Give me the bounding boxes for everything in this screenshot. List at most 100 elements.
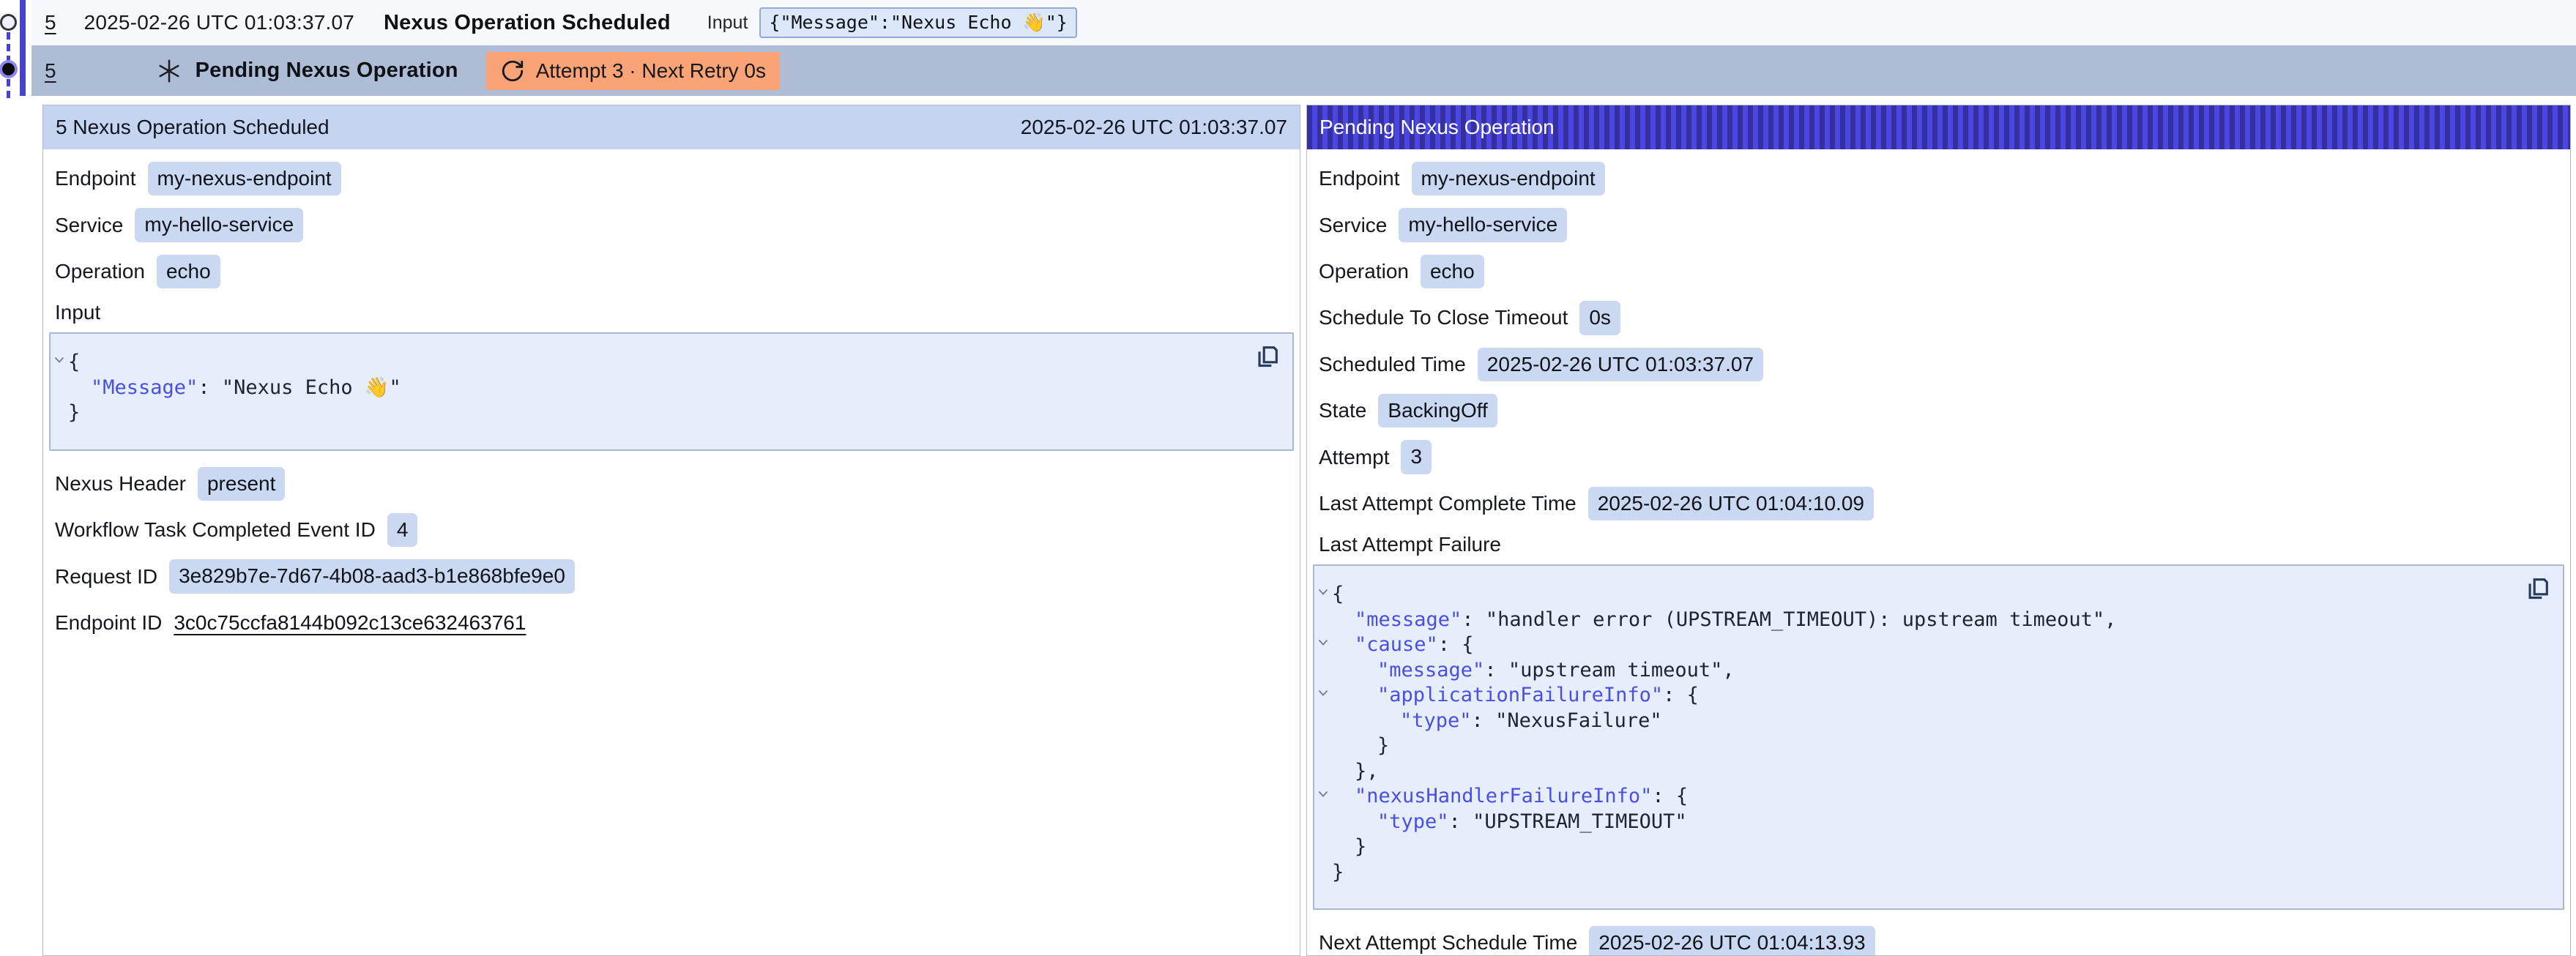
event-detail-body: Endpointmy-nexus-endpoint Servicemy-hello… <box>43 149 1300 955</box>
field-label: Schedule To Close Timeout <box>1319 306 1568 329</box>
field-label: Attempt <box>1319 446 1389 469</box>
json-line: }, <box>1314 759 2522 785</box>
json-key: "applicationFailureInfo" <box>1377 684 1663 706</box>
chevron-down-icon[interactable] <box>1317 638 1329 646</box>
field-value-badge: my-nexus-endpoint <box>1412 162 1605 195</box>
event-detail-title: 5 Nexus Operation Scheduled <box>56 116 330 139</box>
json-key: "type" <box>1400 709 1472 732</box>
json-line: { <box>1314 582 2522 608</box>
event-input-chip[interactable]: {"Message":"Nexus Echo 👋"} <box>759 7 1076 38</box>
json-text: "NexusFailure" <box>1495 709 1662 732</box>
json-line: "cause": { <box>1314 632 2522 658</box>
field-label: State <box>1319 399 1366 422</box>
json-text: } <box>1355 835 1366 858</box>
event-row-scheduled[interactable]: 5 2025-02-26 UTC 01:03:37.07 Nexus Opera… <box>31 0 2576 45</box>
json-line: { <box>51 350 1251 376</box>
field-value-badge: 2025-02-26 UTC 01:04:10.09 <box>1588 487 1874 520</box>
copy-button[interactable] <box>1253 343 1282 372</box>
json-text: "upstream timeout", <box>1508 659 1735 681</box>
json-text: : { <box>1438 633 1474 656</box>
pending-title: Pending Nexus Operation <box>196 59 458 83</box>
chevron-down-icon[interactable] <box>1317 588 1329 596</box>
timeline-open-circle-icon <box>0 14 17 31</box>
field-state: State BackingOff <box>1319 394 2558 427</box>
event-detail-timestamp: 2025-02-26 UTC 01:03:37.07 <box>1021 116 1287 139</box>
json-text: "Nexus Echo 👋" <box>222 376 401 399</box>
json-key: "message" <box>1355 608 1462 631</box>
input-label: Input <box>707 12 748 34</box>
field-label: Service <box>1319 214 1387 237</box>
field-service: Service my-hello-service <box>1319 208 2558 242</box>
field-endpoint-id: Endpoint ID 3c0c75ccfa8144b092c13ce632463… <box>55 606 1288 640</box>
chevron-down-icon[interactable] <box>53 356 65 364</box>
json-text: { <box>1332 583 1344 605</box>
json-line: "type": "UPSTREAM_TIMEOUT" <box>1314 810 2522 835</box>
field-nexus-header: Nexus Headerpresent <box>55 467 1288 501</box>
field-label: Endpoint ID <box>55 611 162 635</box>
field-workflow-task-completed-event-id: Workflow Task Completed Event ID 4 <box>55 513 1288 547</box>
field-value-badge: 2025-02-26 UTC 01:04:13.93 <box>1589 926 1875 956</box>
field-value-link[interactable]: 3c0c75ccfa8144b092c13ce632463761 <box>174 611 526 635</box>
json-line: } <box>1314 733 2522 759</box>
field-value-badge: echo <box>1421 255 1484 288</box>
event-title: Nexus Operation Scheduled <box>384 11 671 35</box>
json-text: } <box>1377 734 1389 757</box>
json-text: : <box>1449 810 1473 833</box>
pending-operation-row[interactable]: 5 Pending Nexus Operation Attempt 3 · Ne… <box>31 45 2576 96</box>
json-text: : <box>1462 608 1486 631</box>
field-label: Endpoint <box>55 167 136 190</box>
json-line: } <box>1314 860 2522 886</box>
json-text: : <box>1472 709 1496 732</box>
field-operation: Operationecho <box>1319 255 2558 288</box>
field-value-badge: 4 <box>387 513 418 547</box>
copy-icon <box>2525 575 2551 602</box>
pending-operation-header: Pending Nexus Operation <box>1307 105 2570 149</box>
json-line: "nexusHandlerFailureInfo": { <box>1314 784 2522 810</box>
field-value-badge: 0s <box>1579 301 1620 335</box>
field-value-badge: my-hello-service <box>1399 208 1567 242</box>
input-json-block: {"Message": "Nexus Echo 👋"} <box>49 332 1294 451</box>
field-scheduled-time: Scheduled Time2025-02-26 UTC 01:03:37.07 <box>1319 348 2558 381</box>
event-id-link[interactable]: 5 <box>45 11 56 34</box>
field-attempt: Attempt3 <box>1319 440 2558 474</box>
timeline-active-dot-icon <box>2 63 15 75</box>
field-value-badge: BackingOff <box>1378 394 1497 427</box>
field-label: Next Attempt Schedule Time <box>1319 931 1577 955</box>
json-line: "type": "NexusFailure" <box>1314 709 2522 734</box>
field-service: Servicemy-hello-service <box>55 208 1288 242</box>
field-label: Service <box>55 214 123 237</box>
json-text: { <box>68 351 80 373</box>
field-schedule-to-close-timeout: Schedule To Close Timeout 0s <box>1319 301 2558 335</box>
field-label: Operation <box>55 260 145 283</box>
field-label: Workflow Task Completed Event ID <box>55 518 376 542</box>
pending-operation-panel: Pending Nexus Operation Endpointmy-nexus… <box>1306 105 2571 956</box>
json-text: : { <box>1663 684 1699 706</box>
chevron-down-icon[interactable] <box>1317 689 1329 697</box>
field-endpoint: Endpointmy-nexus-endpoint <box>55 162 1288 195</box>
json-line: "message": "upstream timeout", <box>1314 658 2522 684</box>
field-value-badge: echo <box>157 255 220 288</box>
timeline-rail <box>0 0 31 102</box>
field-next-attempt-schedule-time: Next Attempt Schedule Time 2025-02-26 UTC… <box>1319 926 2558 956</box>
failure-section-label: Last Attempt Failure <box>1319 533 2558 556</box>
field-endpoint: Endpointmy-nexus-endpoint <box>1319 162 2558 195</box>
field-value-badge: present <box>198 467 285 501</box>
event-timestamp: 2025-02-26 UTC 01:03:37.07 <box>84 11 354 34</box>
json-line: } <box>1314 834 2522 860</box>
json-text: } <box>68 401 80 424</box>
event-detail-panel: 5 Nexus Operation Scheduled 2025-02-26 U… <box>42 105 1300 956</box>
copy-button[interactable] <box>2523 575 2553 604</box>
json-text: "handler error (UPSTREAM_TIMEOUT): upstr… <box>1486 608 2117 631</box>
json-text: }, <box>1355 760 1379 783</box>
retry-icon <box>500 59 525 83</box>
field-operation: Operation echo <box>55 255 1288 288</box>
json-text: : <box>198 376 222 399</box>
input-section-label: Input <box>55 301 1288 324</box>
json-text: } <box>1332 861 1344 884</box>
pending-id-link[interactable]: 5 <box>45 59 56 83</box>
json-line: "applicationFailureInfo": { <box>1314 683 2522 709</box>
failure-json-block: { "message": "handler error (UPSTREAM_TIM… <box>1313 564 2564 910</box>
retry-attempt-badge: Attempt 3 · Next Retry 0s <box>486 52 780 90</box>
chevron-down-icon[interactable] <box>1317 790 1329 798</box>
json-key: "cause" <box>1355 633 1438 656</box>
